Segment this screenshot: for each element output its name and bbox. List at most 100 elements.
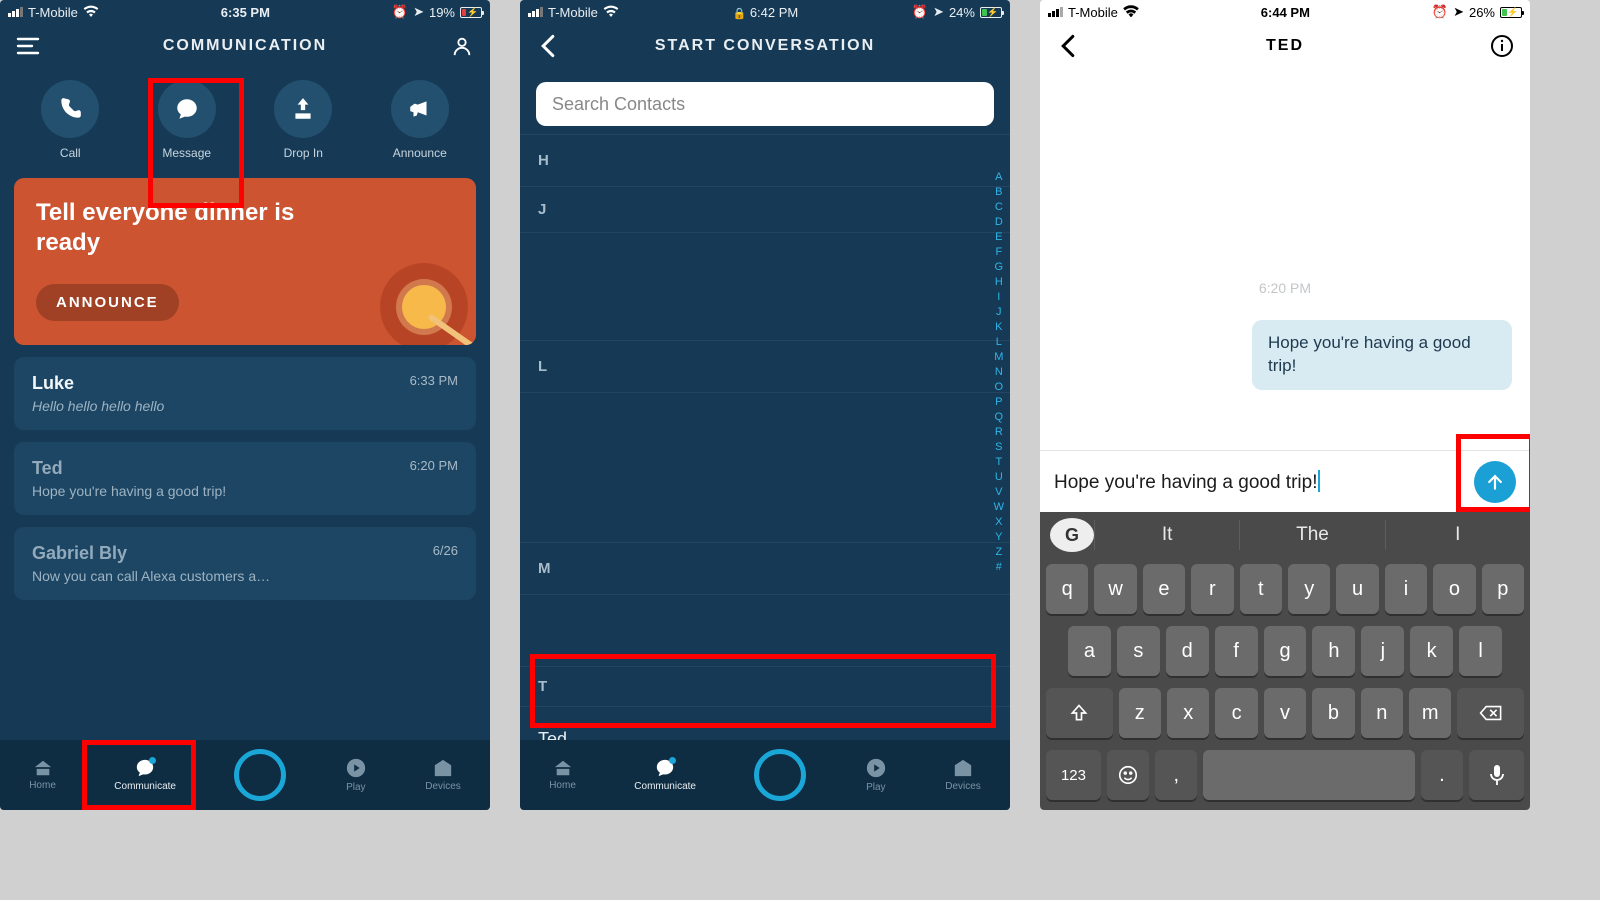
index-letter[interactable]: R — [994, 425, 1004, 440]
alexa-button[interactable] — [754, 749, 806, 801]
action-dropin[interactable]: Drop In — [263, 80, 343, 160]
status-time: 6:35 PM — [221, 5, 270, 20]
comma-key[interactable]: , — [1155, 750, 1197, 800]
profile-button[interactable] — [438, 22, 486, 70]
announce-card[interactable]: Tell everyone dinner is ready ANNOUNCE — [14, 178, 476, 345]
tab-devices[interactable]: Devices — [425, 758, 461, 792]
index-letter[interactable]: J — [994, 305, 1004, 320]
tab-home[interactable]: Home — [549, 759, 576, 791]
key-x[interactable]: x — [1167, 688, 1209, 738]
key-a[interactable]: a — [1068, 626, 1111, 676]
index-letter[interactable]: I — [994, 290, 1004, 305]
key-v[interactable]: v — [1264, 688, 1306, 738]
key-t[interactable]: t — [1240, 564, 1282, 614]
numbers-key[interactable]: 123 — [1046, 750, 1101, 800]
index-letter[interactable]: V — [994, 485, 1004, 500]
tab-play[interactable]: Play — [345, 757, 367, 793]
index-letter[interactable]: G — [994, 260, 1004, 275]
index-letter[interactable]: H — [994, 275, 1004, 290]
key-p[interactable]: p — [1482, 564, 1524, 614]
battery-pct: 26% — [1469, 5, 1495, 20]
info-button[interactable] — [1478, 22, 1526, 70]
tab-play[interactable]: Play — [865, 757, 887, 793]
key-w[interactable]: w — [1094, 564, 1136, 614]
index-letter[interactable]: O — [994, 380, 1004, 395]
message-input[interactable]: Hope you're having a good trip! — [1054, 470, 1464, 494]
action-message[interactable]: Message — [147, 80, 227, 160]
back-button[interactable] — [1044, 22, 1092, 70]
message-bubble: Hope you're having a good trip! — [1252, 320, 1512, 390]
key-c[interactable]: c — [1215, 688, 1257, 738]
index-letter[interactable]: W — [994, 500, 1004, 515]
alpha-index[interactable]: ABCDEFGHIJKLMNOPQRSTUVWXYZ# — [994, 170, 1004, 575]
location-icon: ➤ — [1453, 4, 1464, 20]
index-letter[interactable]: M — [994, 350, 1004, 365]
tab-home[interactable]: Home — [29, 759, 56, 791]
key-h[interactable]: h — [1312, 626, 1355, 676]
period-key[interactable]: . — [1421, 750, 1463, 800]
key-j[interactable]: j — [1361, 626, 1404, 676]
shift-key[interactable] — [1046, 688, 1113, 738]
key-s[interactable]: s — [1117, 626, 1160, 676]
index-letter[interactable]: L — [994, 335, 1004, 350]
action-announce[interactable]: Announce — [380, 80, 460, 160]
tab-devices[interactable]: Devices — [945, 758, 981, 792]
key-b[interactable]: b — [1312, 688, 1354, 738]
key-l[interactable]: l — [1459, 626, 1502, 676]
suggestion[interactable]: It — [1094, 520, 1239, 550]
key-i[interactable]: i — [1385, 564, 1427, 614]
key-u[interactable]: u — [1336, 564, 1378, 614]
tab-communicate[interactable]: Communicate — [634, 758, 696, 792]
chat-area[interactable]: 6:20 PM Hope you're having a good trip! — [1040, 70, 1530, 410]
key-g[interactable]: g — [1264, 626, 1307, 676]
conversation-item[interactable]: Luke Hello hello hello hello 6:33 PM — [14, 357, 476, 430]
key-m[interactable]: m — [1409, 688, 1451, 738]
index-letter[interactable]: C — [994, 200, 1004, 215]
index-letter[interactable]: A — [994, 170, 1004, 185]
key-d[interactable]: d — [1166, 626, 1209, 676]
index-letter[interactable]: B — [994, 185, 1004, 200]
index-letter[interactable]: E — [994, 230, 1004, 245]
announce-button[interactable]: ANNOUNCE — [36, 284, 179, 321]
send-button[interactable] — [1474, 461, 1516, 503]
key-n[interactable]: n — [1361, 688, 1403, 738]
alexa-button[interactable] — [234, 749, 286, 801]
action-call[interactable]: Call — [30, 80, 110, 160]
key-k[interactable]: k — [1410, 626, 1453, 676]
key-e[interactable]: e — [1143, 564, 1185, 614]
index-letter[interactable]: P — [994, 395, 1004, 410]
grammarly-icon[interactable]: G — [1050, 518, 1094, 552]
key-f[interactable]: f — [1215, 626, 1258, 676]
conversation-item[interactable]: Gabriel Bly Now you can call Alexa custo… — [14, 527, 476, 600]
tab-communicate[interactable]: Communicate — [114, 758, 176, 792]
key-q[interactable]: q — [1046, 564, 1088, 614]
space-key[interactable] — [1203, 750, 1414, 800]
index-letter[interactable]: U — [994, 470, 1004, 485]
index-letter[interactable]: T — [994, 455, 1004, 470]
key-r[interactable]: r — [1191, 564, 1233, 614]
suggestion[interactable]: I — [1385, 520, 1530, 550]
index-letter[interactable]: Y — [994, 530, 1004, 545]
key-o[interactable]: o — [1433, 564, 1475, 614]
index-letter[interactable]: # — [994, 560, 1004, 575]
back-button[interactable] — [524, 22, 572, 70]
index-letter[interactable]: S — [994, 440, 1004, 455]
index-letter[interactable]: Q — [994, 410, 1004, 425]
search-input[interactable] — [536, 82, 994, 126]
suggestion[interactable]: The — [1239, 520, 1384, 550]
conversation-item[interactable]: Ted Hope you're having a good trip! 6:20… — [14, 442, 476, 515]
alarm-icon: ⏰ — [912, 4, 928, 20]
section-header: J — [520, 186, 1010, 232]
key-y[interactable]: y — [1288, 564, 1330, 614]
index-letter[interactable]: X — [994, 515, 1004, 530]
mic-key[interactable] — [1469, 750, 1524, 800]
index-letter[interactable]: K — [994, 320, 1004, 335]
emoji-key[interactable] — [1107, 750, 1149, 800]
key-z[interactable]: z — [1119, 688, 1161, 738]
index-letter[interactable]: Z — [994, 545, 1004, 560]
index-letter[interactable]: D — [994, 215, 1004, 230]
index-letter[interactable]: N — [994, 365, 1004, 380]
menu-button[interactable] — [4, 22, 52, 70]
index-letter[interactable]: F — [994, 245, 1004, 260]
backspace-key[interactable] — [1457, 688, 1524, 738]
